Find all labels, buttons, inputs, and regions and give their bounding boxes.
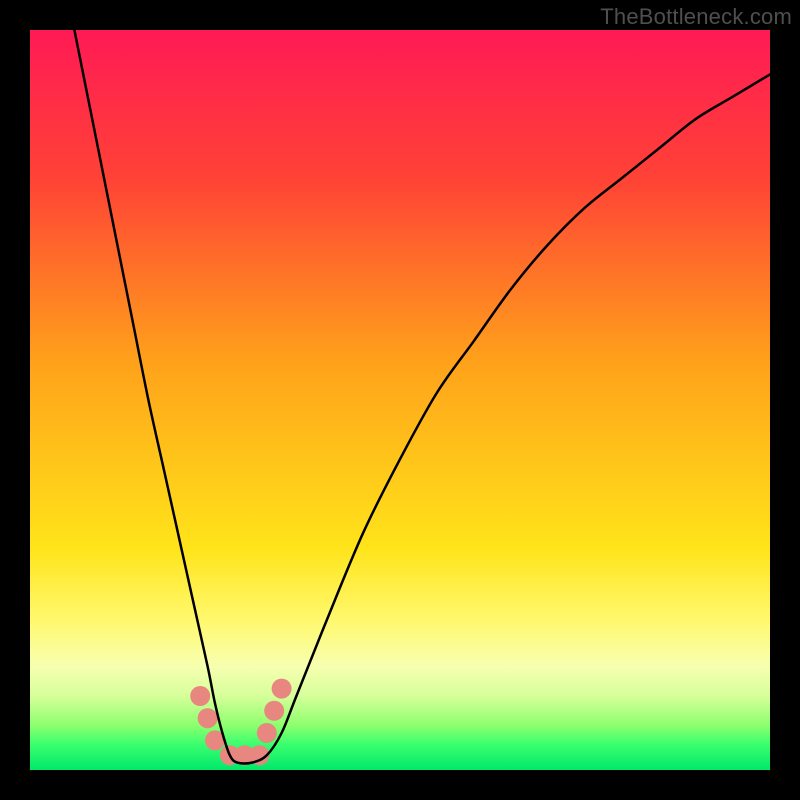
curve-marker	[190, 686, 210, 706]
gradient-background	[30, 30, 770, 770]
curve-marker	[264, 701, 284, 721]
plot-area	[30, 30, 770, 770]
watermark-text: TheBottleneck.com	[600, 4, 792, 30]
chart-svg	[30, 30, 770, 770]
chart-frame: TheBottleneck.com	[0, 0, 800, 800]
curve-marker	[257, 723, 277, 743]
curve-marker	[198, 708, 218, 728]
curve-marker	[272, 679, 292, 699]
